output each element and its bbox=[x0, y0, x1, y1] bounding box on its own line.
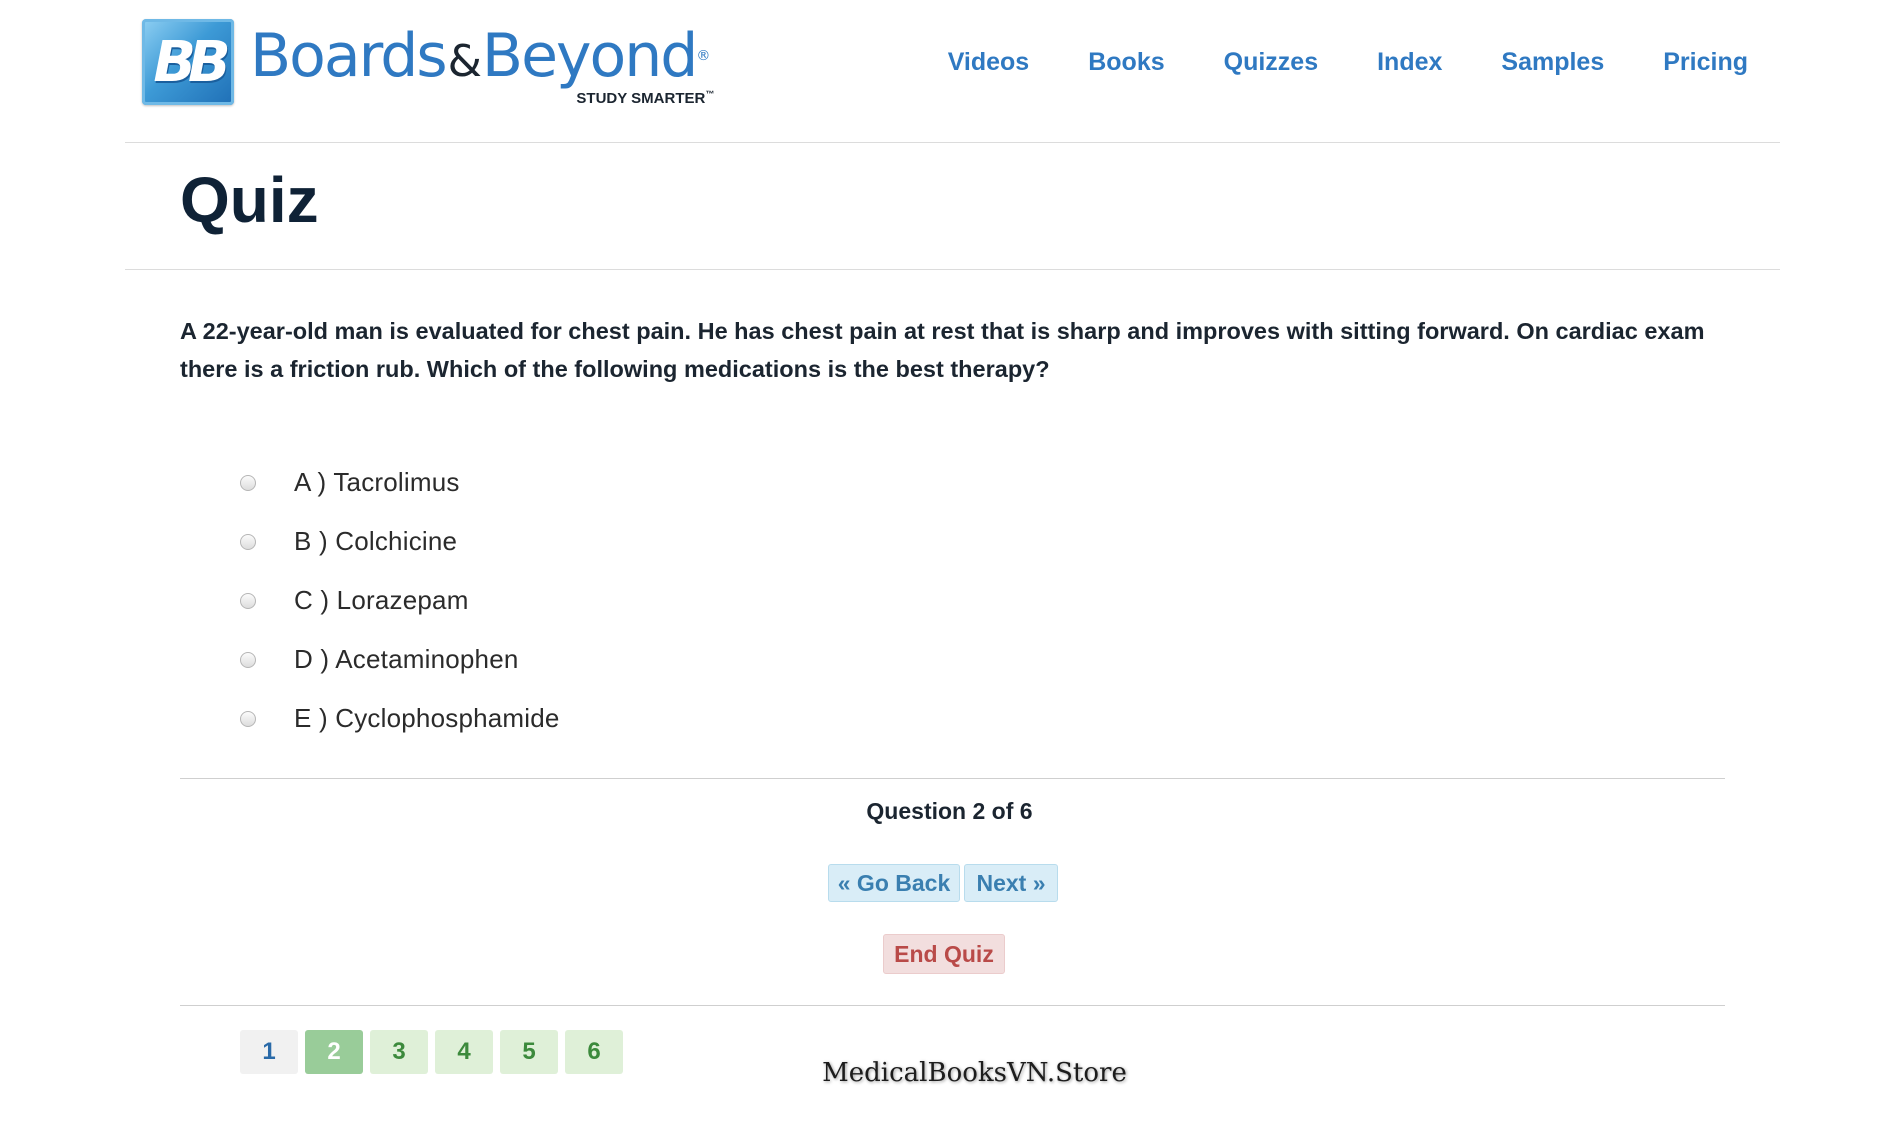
nav-quizzes[interactable]: Quizzes bbox=[1224, 48, 1318, 77]
nav-videos[interactable]: Videos bbox=[948, 48, 1030, 77]
answer-option-d[interactable]: D ) Acetaminophen bbox=[240, 630, 560, 689]
logo-word-boards: Boards bbox=[250, 21, 448, 91]
pager-divider bbox=[180, 1005, 1725, 1006]
answer-option-b[interactable]: B ) Colchicine bbox=[240, 512, 560, 571]
nav-books[interactable]: Books bbox=[1088, 48, 1164, 77]
logo-wordmark: Boards&Beyond® STUDY SMARTER™ bbox=[250, 19, 714, 107]
nav-pricing[interactable]: Pricing bbox=[1663, 48, 1748, 77]
nav-samples[interactable]: Samples bbox=[1501, 48, 1604, 77]
answer-radio[interactable] bbox=[240, 592, 256, 609]
logo-word-beyond: Beyond bbox=[481, 21, 698, 91]
answer-option-a[interactable]: A ) Tacrolimus bbox=[240, 453, 560, 512]
site-header: BB Boards&Beyond® STUDY SMARTER™ Videos … bbox=[125, 0, 1780, 143]
answer-label[interactable]: A ) Tacrolimus bbox=[294, 467, 460, 498]
answer-option-e[interactable]: E ) Cyclophosphamide bbox=[240, 689, 560, 748]
answer-label[interactable]: E ) Cyclophosphamide bbox=[294, 703, 560, 734]
answer-list: A ) Tacrolimus B ) Colchicine C ) Loraze… bbox=[240, 453, 560, 748]
next-button[interactable]: Next » bbox=[964, 864, 1058, 902]
site-logo[interactable]: BB Boards&Beyond® STUDY SMARTER™ bbox=[142, 19, 714, 109]
logo-badge-icon: BB bbox=[142, 19, 234, 105]
question-progress: Question 2 of 6 bbox=[866, 798, 1033, 824]
answer-radio[interactable] bbox=[240, 710, 256, 727]
answers-divider bbox=[180, 778, 1725, 779]
title-bar: Quiz bbox=[125, 143, 1780, 270]
quiz-nav-buttons: « Go Back Next » bbox=[828, 864, 1058, 902]
page-title: Quiz bbox=[180, 164, 319, 236]
question-text: A 22-year-old man is evaluated for chest… bbox=[180, 318, 1705, 382]
end-quiz-button[interactable]: End Quiz bbox=[883, 934, 1005, 974]
quiz-page: BB Boards&Beyond® STUDY SMARTER™ Videos … bbox=[0, 0, 1899, 1136]
answer-label[interactable]: B ) Colchicine bbox=[294, 526, 457, 557]
answer-radio[interactable] bbox=[240, 533, 256, 550]
watermark-text: MedicalBooksVN.Store bbox=[822, 1058, 1127, 1088]
logo-tagline-text: STUDY SMARTER bbox=[576, 90, 706, 107]
logo-ampersand: & bbox=[447, 36, 482, 87]
answer-option-c[interactable]: C ) Lorazepam bbox=[240, 571, 560, 630]
main-nav: Videos Books Quizzes Index Samples Prici… bbox=[889, 48, 1748, 77]
answer-radio[interactable] bbox=[240, 651, 256, 668]
logo-name: Boards&Beyond® bbox=[250, 19, 710, 99]
answer-label[interactable]: D ) Acetaminophen bbox=[294, 644, 519, 675]
answer-label[interactable]: C ) Lorazepam bbox=[294, 585, 469, 616]
nav-index[interactable]: Index bbox=[1377, 48, 1442, 77]
logo-registered: ® bbox=[696, 48, 710, 64]
answer-radio[interactable] bbox=[240, 474, 256, 491]
go-back-button[interactable]: « Go Back bbox=[828, 864, 960, 902]
logo-trademark: ™ bbox=[705, 89, 715, 99]
logo-tagline: STUDY SMARTER™ bbox=[576, 89, 714, 107]
